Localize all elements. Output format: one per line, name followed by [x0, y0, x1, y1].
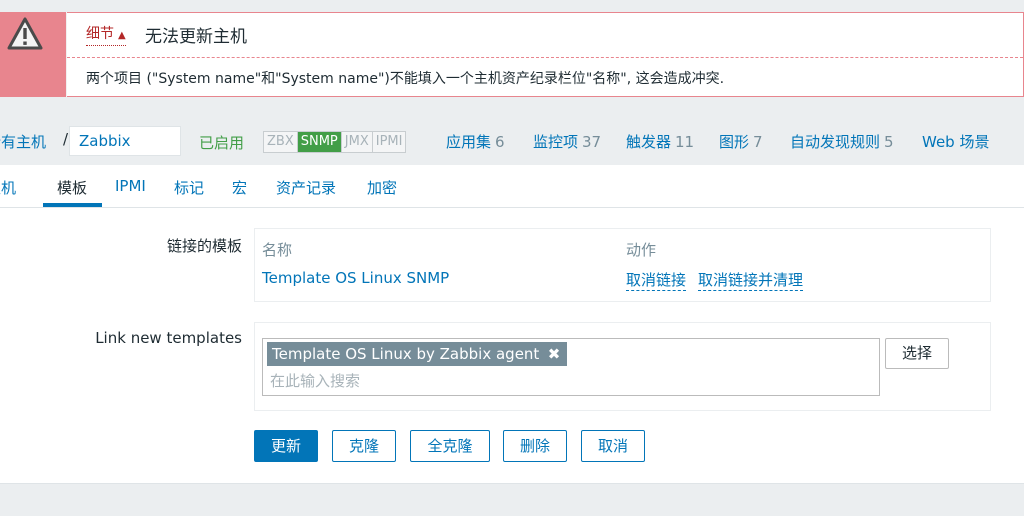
error-text: 两个项目 ("System name"和"System name")不能填入一个…	[86, 71, 725, 87]
link-new-templates-label: Link new templates	[95, 329, 242, 347]
breadcrumb-current-host[interactable]: Zabbix server	[69, 126, 181, 178]
tab-ipmi[interactable]: IPMI	[115, 177, 146, 195]
tab-templates[interactable]: 模板	[57, 177, 87, 198]
delete-button[interactable]: 删除	[503, 430, 567, 462]
selected-template-chip: Template OS Linux by Zabbix agent ✖	[267, 342, 568, 366]
availability-indicators: ZBX SNMP JMX IPMI	[263, 131, 407, 153]
tab-tags[interactable]: 标记	[174, 177, 204, 198]
applications-count: 6	[495, 133, 505, 151]
template-multiselect[interactable]: Template OS Linux by Zabbix agent ✖	[262, 338, 880, 396]
tab-inventory[interactable]: 资产记录	[276, 177, 336, 198]
error-message: 细节 ▲ 无法更新主机 两个项目 ("System name"和"System n…	[0, 12, 1024, 97]
breadcrumb-items[interactable]: 监控项 37	[533, 131, 601, 152]
error-icon-area	[0, 12, 66, 97]
error-message-body: 细节 ▲ 无法更新主机 两个项目 ("System name"和"System n…	[67, 12, 1024, 97]
remove-chip-icon[interactable]: ✖	[548, 342, 561, 366]
breadcrumb-web-scenarios[interactable]: Web 场景	[922, 131, 989, 152]
linked-templates-label: 链接的模板	[166, 237, 242, 255]
warning-icon	[7, 17, 43, 50]
full-clone-button[interactable]: 全克隆	[410, 430, 490, 462]
discovery-rules-label[interactable]: 自动发现规则	[790, 133, 880, 151]
active-tab-indicator	[43, 203, 102, 207]
items-count: 37	[582, 133, 602, 151]
discovery-rules-count: 5	[884, 133, 894, 151]
tab-encryption[interactable]: 加密	[367, 177, 397, 198]
details-toggle[interactable]: 细节 ▲	[86, 25, 126, 46]
column-header-name: 名称	[262, 241, 293, 259]
graphs-label[interactable]: 图形	[719, 133, 749, 151]
details-label: 细节	[86, 26, 114, 42]
availability-jmx: JMX	[340, 132, 372, 152]
breadcrumb-discovery-rules[interactable]: 自动发现规则 5	[790, 131, 894, 152]
availability-zbx: ZBX	[264, 132, 297, 152]
update-button[interactable]: 更新	[254, 430, 318, 462]
linked-template-name[interactable]: Template OS Linux SNMP	[262, 269, 449, 287]
host-status[interactable]: 已启用	[199, 132, 244, 153]
tab-macros[interactable]: 宏	[232, 177, 247, 198]
caret-up-icon: ▲	[118, 30, 126, 41]
templates-form: 链接的模板 名称 动作 Template OS Linux SNMP 取消链接 …	[0, 208, 1024, 484]
tab-host[interactable]: 主机	[0, 177, 16, 198]
items-label[interactable]: 监控项	[533, 133, 578, 151]
host-tabs: 主机 模板 IPMI 标记 宏 资产记录 加密	[0, 165, 1024, 208]
triggers-count: 11	[675, 133, 695, 151]
host-breadcrumb-bar: 所有主机 / Zabbix server 已启用 ZBX SNMP JMX IP…	[0, 117, 1024, 178]
select-button[interactable]: 选择	[885, 338, 949, 369]
unlink-and-clear-link[interactable]: 取消链接并清理	[698, 269, 804, 291]
cancel-button[interactable]: 取消	[581, 430, 645, 462]
clone-button[interactable]: 克隆	[332, 430, 396, 462]
selected-template-label: Template OS Linux by Zabbix agent	[272, 345, 540, 363]
linked-templates-table: 名称 动作 Template OS Linux SNMP 取消链接 取消链接并清…	[254, 228, 991, 302]
breadcrumb-graphs[interactable]: 图形 7	[719, 131, 763, 152]
link-new-templates-box: Template OS Linux by Zabbix agent ✖ 选择	[254, 322, 991, 411]
triggers-label[interactable]: 触发器	[626, 133, 671, 151]
graphs-count: 7	[753, 133, 763, 151]
breadcrumb-separator: /	[63, 130, 69, 148]
unlink-link[interactable]: 取消链接	[626, 269, 687, 291]
message-divider	[67, 57, 1023, 58]
availability-ipmi: IPMI	[371, 132, 406, 152]
breadcrumb-triggers[interactable]: 触发器 11	[626, 131, 694, 152]
applications-label[interactable]: 应用集	[446, 133, 491, 151]
template-search-input[interactable]	[267, 370, 853, 392]
breadcrumb-all-hosts[interactable]: 所有主机	[0, 131, 46, 152]
availability-snmp: SNMP	[296, 132, 341, 152]
web-scenarios-label[interactable]: Web 场景	[922, 133, 989, 151]
column-header-action: 动作	[626, 241, 657, 259]
error-title: 无法更新主机	[145, 27, 247, 47]
breadcrumb-applications[interactable]: 应用集 6	[446, 131, 505, 152]
